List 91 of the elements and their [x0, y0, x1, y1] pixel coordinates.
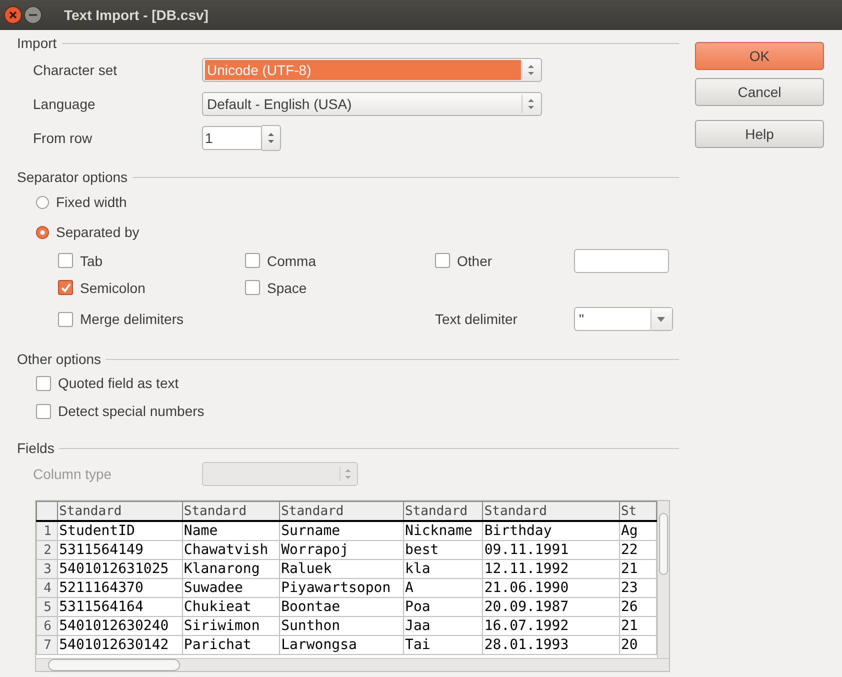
table-cell: Tai [404, 636, 483, 654]
checkbox[interactable] [58, 253, 73, 268]
table-cell: Larwongsa [280, 636, 404, 654]
checkbox[interactable] [36, 376, 51, 390]
horizontal-scrollbar[interactable] [36, 658, 669, 671]
radio-button[interactable] [36, 226, 49, 238]
row-number: 6 [36, 616, 58, 636]
minimize-icon[interactable] [24, 6, 42, 24]
table-cell: 5311564164 [58, 598, 182, 616]
section-heading: Separator options [17, 169, 128, 185]
radio-label: Fixed width [56, 194, 127, 210]
table-cell: 28.01.1993 [482, 636, 620, 654]
field-label: Text delimiter [435, 311, 518, 327]
row-number: 2 [36, 540, 58, 560]
checkbox-label: Detect special numbers [58, 403, 204, 419]
table-cell: Surname [280, 521, 404, 540]
vertical-scrollbar[interactable] [657, 501, 669, 658]
column-header[interactable]: Standard [280, 502, 404, 521]
text-delimiter-dropdown[interactable]: " [574, 307, 673, 331]
table-cell: Parichat [182, 636, 280, 654]
window-title: Text Import - [DB.csv] [64, 7, 208, 23]
checkbox[interactable] [58, 280, 73, 295]
checkbox-label: Space [267, 280, 307, 296]
table-cell: Raluek [280, 560, 404, 578]
checkbox[interactable] [36, 404, 51, 418]
row-number: 5 [36, 598, 58, 616]
checkbox-label: Comma [267, 252, 316, 268]
table-cell: StudentID [58, 521, 182, 540]
checkbox-label: Quoted field as text [58, 375, 179, 391]
table-cell: best [404, 540, 483, 560]
section-heading: Other options [17, 351, 102, 367]
column-header[interactable]: Standard [58, 502, 182, 521]
row-number: 1 [36, 521, 58, 540]
table-cell: kla [404, 560, 483, 578]
radio-button[interactable] [36, 196, 49, 208]
checkbox-label: Other [457, 252, 492, 268]
dropdown[interactable]: Default - English (USA) [202, 92, 542, 116]
table-cell: Klanarong [182, 560, 280, 578]
dialog-button[interactable]: Cancel [695, 78, 824, 106]
table-cell: Boontae [280, 598, 404, 616]
table-cell: 12.11.1992 [482, 560, 620, 578]
table-cell: Worrapoj [280, 540, 404, 560]
column-header[interactable]: St [619, 502, 656, 521]
table-cell: Nickname [404, 521, 483, 540]
table-cell: 5211164370 [58, 578, 182, 598]
checkbox[interactable] [245, 280, 260, 295]
table-cell: Siriwimon [182, 616, 280, 636]
field-label: From row [33, 130, 94, 146]
field-label: Character set [33, 62, 118, 78]
row-number: 3 [36, 560, 58, 578]
section-heading: Import [17, 35, 57, 51]
column-header[interactable]: Standard [404, 502, 483, 521]
table-cell: Poa [404, 598, 483, 616]
dialog-button[interactable]: OK [695, 42, 824, 70]
section-heading: Fields [17, 440, 54, 456]
other-separator-field[interactable] [574, 248, 669, 272]
checkbox-label: Semicolon [80, 280, 146, 296]
checkbox-label: Merge delimiters [80, 311, 184, 327]
table-cell: 20.09.1987 [482, 598, 620, 616]
checkbox-label: Tab [80, 252, 103, 268]
table-cell: 5401012630240 [58, 616, 182, 636]
field-label: Column type [33, 466, 113, 482]
column-header[interactable]: Standard [182, 502, 280, 521]
table-cell: Suwadee [182, 578, 280, 598]
table-cell: Birthday [482, 521, 620, 540]
dialog-button[interactable]: Help [695, 120, 824, 148]
field-label: Language [33, 96, 96, 112]
row-number: 4 [36, 578, 58, 598]
checkbox[interactable] [435, 253, 450, 268]
table-cell: 09.11.1991 [482, 540, 620, 560]
table-cell: Piyawartsopon [280, 578, 404, 598]
column-type-dropdown[interactable] [202, 462, 358, 486]
table-cell: Name [182, 521, 280, 540]
close-icon[interactable] [4, 6, 22, 24]
table-cell: 5311564149 [58, 540, 182, 560]
table-cell: Chukieat [182, 598, 280, 616]
spin-button-icon[interactable] [262, 125, 281, 151]
column-header[interactable]: Standard [482, 502, 620, 521]
row-number: 7 [36, 636, 58, 654]
checkbox[interactable] [58, 312, 73, 326]
table-cell: Jaa [404, 616, 483, 636]
checkbox[interactable] [245, 253, 260, 268]
table-cell: 5401012631025 [58, 560, 182, 578]
table-cell: Sunthon [280, 616, 404, 636]
table-cell: 21.06.1990 [482, 578, 620, 598]
table-cell: Chawatvish [182, 540, 280, 560]
radio-label: Separated by [56, 224, 140, 240]
table-cell: 16.07.1992 [482, 616, 620, 636]
table-cell: A [404, 578, 483, 598]
table-cell: 5401012630142 [58, 636, 182, 654]
from-row-field[interactable]: 1 [202, 126, 262, 150]
